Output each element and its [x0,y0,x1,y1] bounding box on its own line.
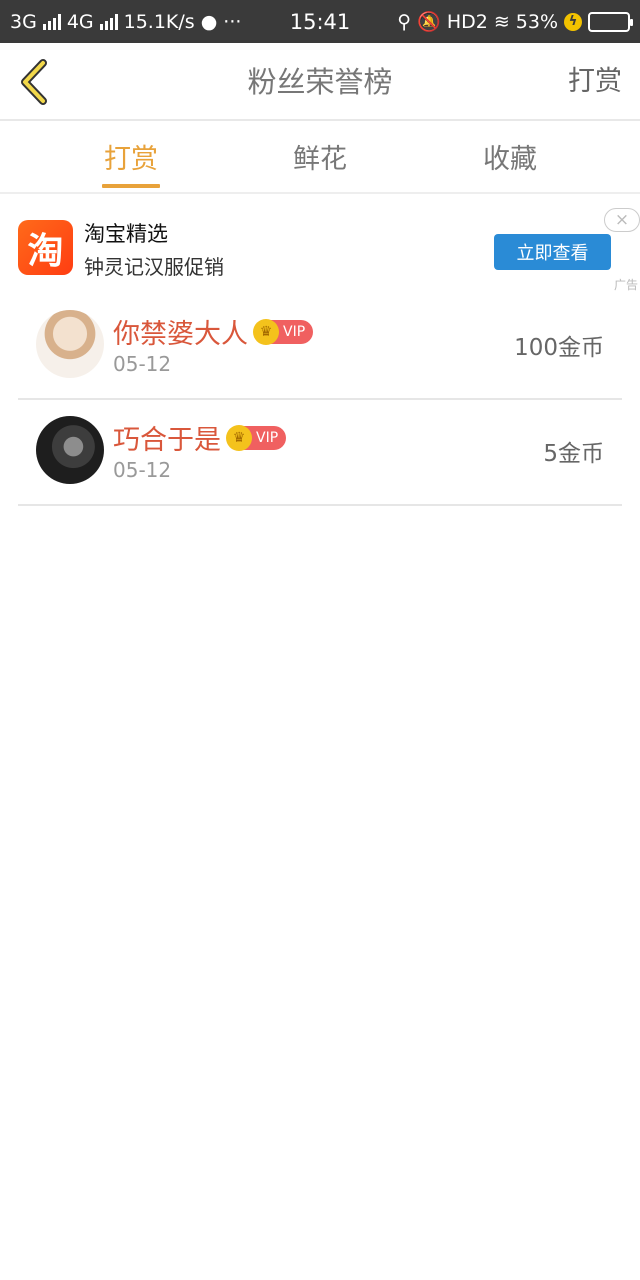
ad-view-button[interactable]: 立即查看 [494,234,611,270]
tab-favorites[interactable]: 收藏 [479,121,541,192]
list-item[interactable]: 你禁婆大人 ♛ VIP 05-12 100金币 [18,294,622,400]
reward-date: 05-12 [113,458,172,482]
crown-icon: ♛ [226,424,252,451]
location-icon: ⚲ [397,10,412,33]
battery-percent: 53% [515,10,558,33]
battery-icon [588,11,633,32]
user-name: 巧合于是 [113,425,221,456]
reward-amount: 5金币 [543,441,604,467]
crown-icon: ♛ [253,318,279,345]
mute-bell-icon: 🔕 [417,11,441,33]
list-item[interactable]: 巧合于是 ♛ VIP 05-12 5金币 [18,400,622,506]
vip-badge: ♛ VIP [226,424,287,451]
hd-label: HD2 [446,10,488,33]
tab-flowers[interactable]: 鲜花 [289,121,351,192]
app-notification-icon: ● [200,10,218,33]
reward-date: 05-12 [113,352,172,376]
status-bar: 3G 4G 15.1K/s ● ··· 15:41 ⚲ 🔕 HD2 ≋ 53% … [0,0,640,43]
charging-icon: ϟ [564,12,582,31]
tab-label: 收藏 [483,144,537,175]
vip-label: VIP [283,323,306,340]
avatar[interactable] [36,310,104,378]
close-icon[interactable]: × [604,208,640,232]
ad-subtitle: 钟灵记汉服促销 [84,255,224,279]
vip-label: VIP [256,429,279,446]
network-3g-label: 3G [10,10,37,33]
avatar[interactable] [36,416,104,484]
active-tab-indicator [102,184,160,188]
tab-label: 鲜花 [293,144,347,175]
more-dots: ··· [223,10,242,33]
vip-badge: ♛ VIP [253,318,314,345]
network-speed: 15.1K/s [123,10,195,33]
tab-bar: 打赏 鲜花 收藏 [0,121,640,194]
user-name: 你禁婆大人 [113,319,248,350]
tab-reward[interactable]: 打赏 [100,121,162,192]
ad-title: 淘宝精选 [84,222,168,246]
user-name-row: 你禁婆大人 ♛ VIP [113,312,314,351]
signal-icon [42,13,61,30]
reward-button[interactable]: 打赏 [568,43,622,121]
fan-rank-list: 你禁婆大人 ♛ VIP 05-12 100金币 巧合于是 ♛ VIP 05-12… [18,294,622,506]
wifi-icon: ≋ [493,10,510,33]
title-bar: 粉丝荣誉榜 打赏 [0,43,640,121]
ad-banner[interactable]: 淘 淘宝精选 钟灵记汉服促销 立即查看 × 广告 [0,196,640,294]
taobao-logo: 淘 [18,220,73,275]
ad-tag: 广告 [613,278,638,292]
user-name-row: 巧合于是 ♛ VIP [113,418,287,457]
reward-amount: 100金币 [514,335,604,361]
tab-label: 打赏 [104,144,158,175]
page-title: 粉丝荣誉榜 [247,65,393,99]
signal-icon-2 [99,13,118,30]
network-4g-label: 4G [66,10,94,33]
